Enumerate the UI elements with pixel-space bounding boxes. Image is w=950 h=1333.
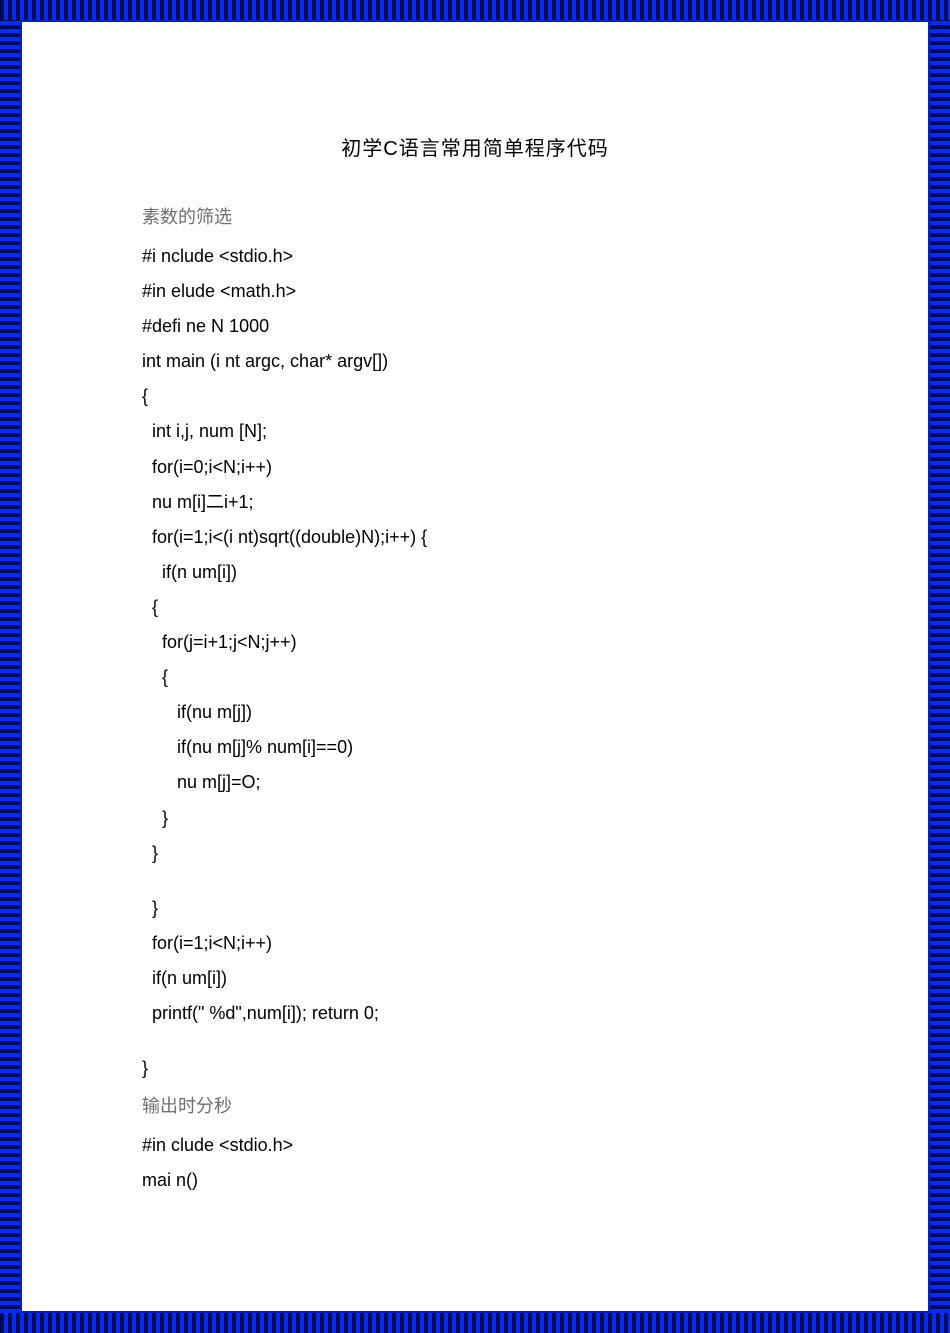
section-2-label: 输出时分秒: [142, 1092, 808, 1118]
code-line: nu m[i]二i+1;: [142, 485, 808, 520]
code-line: mai n(): [142, 1163, 808, 1198]
code-line: #defi ne N 1000: [142, 309, 808, 344]
code-line: }: [142, 891, 808, 926]
code-line: for(i=1;i<(i nt)sqrt((double)N);i++) {: [142, 520, 808, 555]
code-line: int main (i nt argc, char* argv[]): [142, 344, 808, 379]
code-line: }: [142, 836, 808, 871]
code-line: {: [142, 590, 808, 625]
code-line: }: [142, 1051, 808, 1086]
code-line: printf(" %d",num[i]); return 0;: [142, 996, 808, 1031]
code-line: {: [142, 379, 808, 414]
code-line: if(nu m[j]): [142, 695, 808, 730]
code-block-1: #i nclude <stdio.h>#in elude <math.h>#de…: [142, 239, 808, 1086]
document-title: 初学C语言常用简单程序代码: [142, 132, 808, 161]
code-block-2: #in clude <stdio.h>mai n(): [142, 1128, 808, 1198]
code-line: }: [142, 801, 808, 836]
code-line: nu m[j]=O;: [142, 765, 808, 800]
code-line: if(nu m[j]% num[i]==0): [142, 730, 808, 765]
code-line: #in elude <math.h>: [142, 274, 808, 309]
code-line: [142, 871, 808, 891]
code-line: if(n um[i]): [142, 961, 808, 996]
code-line: for(j=i+1;j<N;j++): [142, 625, 808, 660]
code-line: int i,j, num [N];: [142, 414, 808, 449]
code-line: for(i=0;i<N;i++): [142, 450, 808, 485]
document-page: 初学C语言常用简单程序代码 素数的筛选 #i nclude <stdio.h>#…: [22, 22, 928, 1311]
code-line: for(i=1;i<N;i++): [142, 926, 808, 961]
code-line: #i nclude <stdio.h>: [142, 239, 808, 274]
code-line: {: [142, 660, 808, 695]
code-line: #in clude <stdio.h>: [142, 1128, 808, 1163]
code-line: [142, 1031, 808, 1051]
section-1-label: 素数的筛选: [142, 203, 808, 229]
code-line: if(n um[i]): [142, 555, 808, 590]
